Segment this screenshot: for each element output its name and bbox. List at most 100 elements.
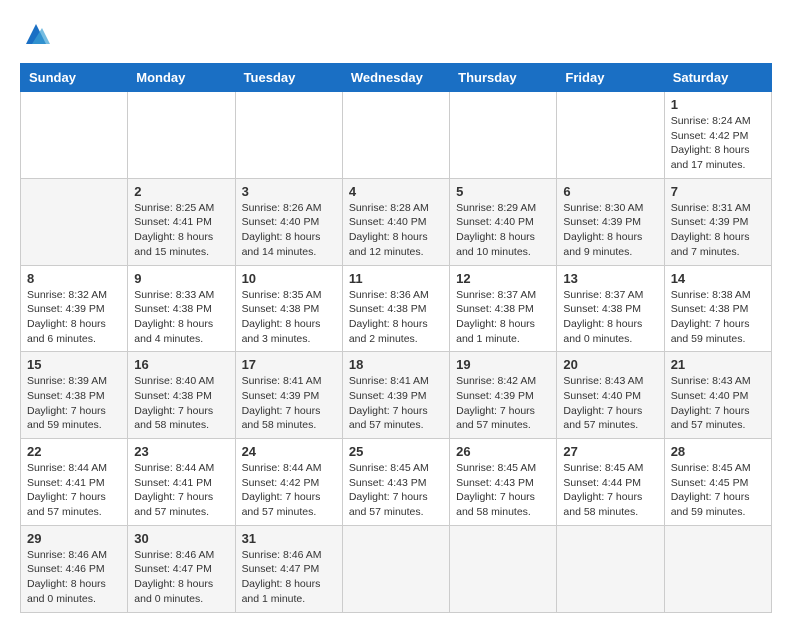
calendar-cell: 18 Sunrise: 8:41 AMSunset: 4:39 PMDayligh…: [342, 352, 449, 439]
calendar-cell: [21, 92, 128, 179]
day-number: 10: [242, 271, 336, 286]
day-info: Sunrise: 8:37 AMSunset: 4:38 PMDaylight:…: [563, 288, 657, 347]
calendar-cell: 15 Sunrise: 8:39 AMSunset: 4:38 PMDayligh…: [21, 352, 128, 439]
calendar-cell: [664, 525, 771, 612]
week-row-4: 22 Sunrise: 8:44 AMSunset: 4:41 PMDayligh…: [21, 439, 772, 526]
calendar-cell: [450, 525, 557, 612]
calendar-cell: 14 Sunrise: 8:38 AMSunset: 4:38 PMDayligh…: [664, 265, 771, 352]
calendar-cell: [557, 525, 664, 612]
day-info: Sunrise: 8:42 AMSunset: 4:39 PMDaylight:…: [456, 374, 550, 433]
logo: [20, 20, 50, 53]
calendar-cell: 29Sunrise: 8:46 AMSunset: 4:46 PMDayligh…: [21, 525, 128, 612]
day-number: 18: [349, 357, 443, 372]
calendar-cell: 31Sunrise: 8:46 AMSunset: 4:47 PMDayligh…: [235, 525, 342, 612]
day-number: 15: [27, 357, 121, 372]
day-number: 22: [27, 444, 121, 459]
header: [20, 20, 772, 53]
day-number: 12: [456, 271, 550, 286]
page: SundayMondayTuesdayWednesdayThursdayFrid…: [0, 0, 792, 623]
dow-thursday: Thursday: [450, 64, 557, 92]
dow-tuesday: Tuesday: [235, 64, 342, 92]
dow-saturday: Saturday: [664, 64, 771, 92]
dow-wednesday: Wednesday: [342, 64, 449, 92]
calendar-cell: 5Sunrise: 8:29 AMSunset: 4:40 PMDaylight…: [450, 178, 557, 265]
dow-friday: Friday: [557, 64, 664, 92]
day-number: 20: [563, 357, 657, 372]
day-info: Sunrise: 8:41 AMSunset: 4:39 PMDaylight:…: [349, 374, 443, 433]
calendar-cell: 4 Sunrise: 8:28 AMSunset: 4:40 PMDaylight…: [342, 178, 449, 265]
calendar-cell: [342, 525, 449, 612]
day-number: 6: [563, 184, 657, 199]
day-number: 17: [242, 357, 336, 372]
day-info: Sunrise: 8:28 AMSunset: 4:40 PMDaylight:…: [349, 201, 443, 260]
logo-icon: [22, 20, 50, 48]
day-info: Sunrise: 8:45 AMSunset: 4:43 PMDaylight:…: [349, 461, 443, 520]
calendar-cell: 13 Sunrise: 8:37 AMSunset: 4:38 PMDayligh…: [557, 265, 664, 352]
day-number: 13: [563, 271, 657, 286]
calendar-cell: 22 Sunrise: 8:44 AMSunset: 4:41 PMDayligh…: [21, 439, 128, 526]
calendar-cell: 20Sunrise: 8:43 AMSunset: 4:40 PMDayligh…: [557, 352, 664, 439]
calendar-cell: 12 Sunrise: 8:37 AMSunset: 4:38 PMDayligh…: [450, 265, 557, 352]
day-info: Sunrise: 8:29 AMSunset: 4:40 PMDaylight:…: [456, 201, 550, 260]
day-number: 2: [134, 184, 228, 199]
day-number: 8: [27, 271, 121, 286]
day-info: Sunrise: 8:26 AMSunset: 4:40 PMDaylight:…: [242, 201, 336, 260]
day-number: 4: [349, 184, 443, 199]
calendar-cell: 6 Sunrise: 8:30 AMSunset: 4:39 PMDaylight…: [557, 178, 664, 265]
calendar-cell: [235, 92, 342, 179]
calendar-cell: 21Sunrise: 8:43 AMSunset: 4:40 PMDayligh…: [664, 352, 771, 439]
calendar-cell: 16 Sunrise: 8:40 AMSunset: 4:38 PMDayligh…: [128, 352, 235, 439]
calendar-cell: 8 Sunrise: 8:32 AMSunset: 4:39 PMDaylight…: [21, 265, 128, 352]
calendar-cell: 2 Sunrise: 8:25 AMSunset: 4:41 PMDaylight…: [128, 178, 235, 265]
day-info: Sunrise: 8:39 AMSunset: 4:38 PMDaylight:…: [27, 374, 121, 433]
day-info: Sunrise: 8:40 AMSunset: 4:38 PMDaylight:…: [134, 374, 228, 433]
dow-monday: Monday: [128, 64, 235, 92]
calendar-cell: 25Sunrise: 8:45 AMSunset: 4:43 PMDayligh…: [342, 439, 449, 526]
dow-sunday: Sunday: [21, 64, 128, 92]
day-number: 29: [27, 531, 121, 546]
day-number: 30: [134, 531, 228, 546]
day-number: 16: [134, 357, 228, 372]
week-row-2: 8 Sunrise: 8:32 AMSunset: 4:39 PMDaylight…: [21, 265, 772, 352]
week-row-3: 15 Sunrise: 8:39 AMSunset: 4:38 PMDayligh…: [21, 352, 772, 439]
day-info: Sunrise: 8:45 AMSunset: 4:45 PMDaylight:…: [671, 461, 765, 520]
day-info: Sunrise: 8:38 AMSunset: 4:38 PMDaylight:…: [671, 288, 765, 347]
calendar-cell: [557, 92, 664, 179]
calendar-cell: 11Sunrise: 8:36 AMSunset: 4:38 PMDayligh…: [342, 265, 449, 352]
calendar-cell: 3 Sunrise: 8:26 AMSunset: 4:40 PMDaylight…: [235, 178, 342, 265]
day-info: Sunrise: 8:24 AMSunset: 4:42 PMDaylight:…: [671, 114, 765, 173]
week-row-1: 2 Sunrise: 8:25 AMSunset: 4:41 PMDaylight…: [21, 178, 772, 265]
day-info: Sunrise: 8:37 AMSunset: 4:38 PMDaylight:…: [456, 288, 550, 347]
calendar-cell: [21, 178, 128, 265]
day-number: 27: [563, 444, 657, 459]
day-number: 28: [671, 444, 765, 459]
day-number: 24: [242, 444, 336, 459]
day-number: 23: [134, 444, 228, 459]
week-row-5: 29Sunrise: 8:46 AMSunset: 4:46 PMDayligh…: [21, 525, 772, 612]
calendar-cell: 24Sunrise: 8:44 AMSunset: 4:42 PMDayligh…: [235, 439, 342, 526]
day-number: 7: [671, 184, 765, 199]
day-info: Sunrise: 8:35 AMSunset: 4:38 PMDaylight:…: [242, 288, 336, 347]
day-number: 11: [349, 271, 443, 286]
day-info: Sunrise: 8:25 AMSunset: 4:41 PMDaylight:…: [134, 201, 228, 260]
day-number: 3: [242, 184, 336, 199]
day-info: Sunrise: 8:32 AMSunset: 4:39 PMDaylight:…: [27, 288, 121, 347]
day-info: Sunrise: 8:45 AMSunset: 4:43 PMDaylight:…: [456, 461, 550, 520]
day-number: 14: [671, 271, 765, 286]
calendar-cell: [342, 92, 449, 179]
day-number: 9: [134, 271, 228, 286]
calendar-cell: [450, 92, 557, 179]
day-number: 19: [456, 357, 550, 372]
calendar-cell: 7Sunrise: 8:31 AMSunset: 4:39 PMDaylight…: [664, 178, 771, 265]
calendar: SundayMondayTuesdayWednesdayThursdayFrid…: [20, 63, 772, 613]
calendar-cell: 30Sunrise: 8:46 AMSunset: 4:47 PMDayligh…: [128, 525, 235, 612]
calendar-body: 1Sunrise: 8:24 AMSunset: 4:42 PMDaylight…: [21, 92, 772, 613]
calendar-cell: 1Sunrise: 8:24 AMSunset: 4:42 PMDaylight…: [664, 92, 771, 179]
day-info: Sunrise: 8:33 AMSunset: 4:38 PMDaylight:…: [134, 288, 228, 347]
calendar-cell: [128, 92, 235, 179]
calendar-cell: 19 Sunrise: 8:42 AMSunset: 4:39 PMDayligh…: [450, 352, 557, 439]
day-info: Sunrise: 8:41 AMSunset: 4:39 PMDaylight:…: [242, 374, 336, 433]
day-info: Sunrise: 8:30 AMSunset: 4:39 PMDaylight:…: [563, 201, 657, 260]
day-info: Sunrise: 8:44 AMSunset: 4:41 PMDaylight:…: [27, 461, 121, 520]
day-number: 31: [242, 531, 336, 546]
